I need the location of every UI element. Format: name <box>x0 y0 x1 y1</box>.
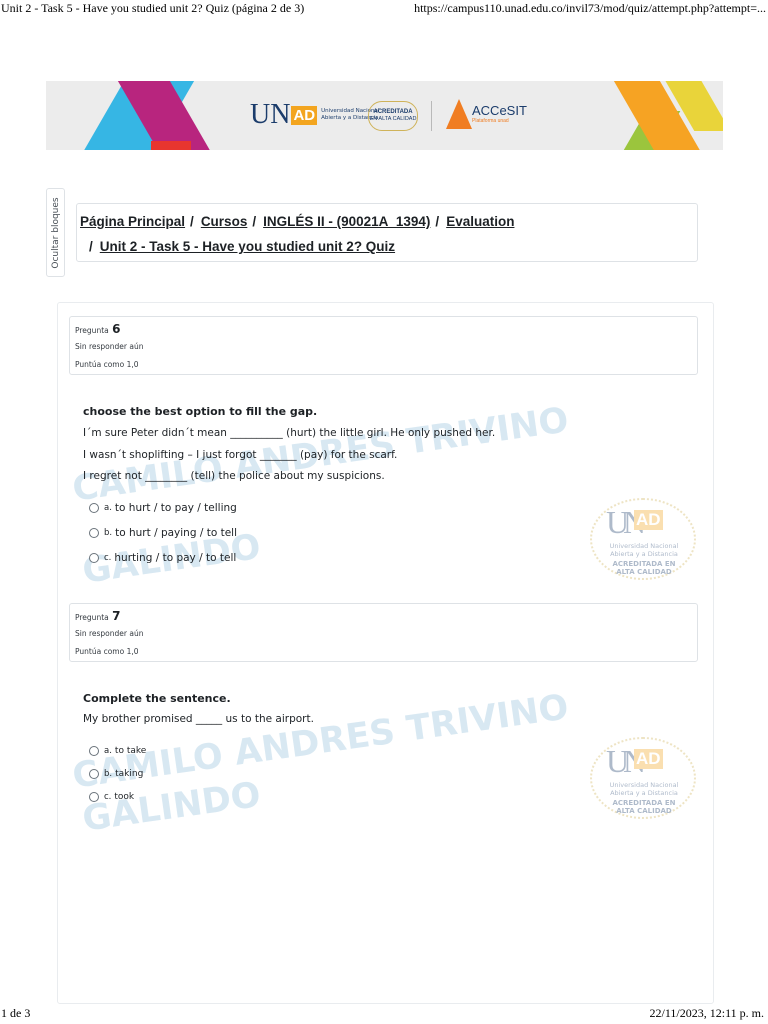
breadcrumb-evaluation[interactable]: Evaluation <box>446 214 514 229</box>
hide-blocks-tab[interactable]: Ocultar bloques <box>46 188 65 277</box>
unad-seal: U N AD Universidad Nacional Abierta y a … <box>590 737 696 819</box>
seal-line2: ACREDITADA EN ALTA CALIDAD <box>612 799 676 815</box>
question-info: Pregunta 7 Sin responder aún Puntúa como… <box>69 603 698 662</box>
seal-line2: ACREDITADA EN ALTA CALIDAD <box>612 560 676 576</box>
unad-seal: U N AD Universidad Nacional Abierta y a … <box>590 498 696 580</box>
print-datetime: 22/11/2023, 12:11 p. m. <box>649 1006 764 1020</box>
accreditation-seal: ACREDITADA EN ALTA CALIDAD <box>368 101 418 131</box>
answer-option[interactable]: b. taking <box>89 769 143 779</box>
radio-button[interactable] <box>89 553 99 563</box>
unad-logo-u: U <box>250 99 271 130</box>
acred-subtitle: EN ALTA CALIDAD <box>369 116 417 123</box>
question-line: My brother promised _____ us to the airp… <box>83 713 314 725</box>
option-letter: c. <box>104 553 112 563</box>
seal-ad: AD <box>634 510 663 530</box>
site-banner: U N AD Universidad Nacional Abierta y a Di… <box>46 81 723 150</box>
breadcrumb-separator: / <box>252 214 257 229</box>
option-letter: a. <box>104 503 112 513</box>
unad-logo-n: N <box>270 99 291 130</box>
banner-decoration <box>151 141 191 150</box>
option-text[interactable]: to hurt / to pay / telling <box>115 502 237 514</box>
radio-button[interactable] <box>89 528 99 538</box>
logo-divider <box>431 101 432 131</box>
option-text[interactable]: taking <box>115 769 143 779</box>
acred-title: ACREDITADA <box>373 109 413 115</box>
print-header: Unit 2 - Task 5 - Have you studied unit … <box>0 0 768 18</box>
question-state: Sin responder aún <box>75 342 144 351</box>
print-footer: 1 de 3 22/11/2023, 12:11 p. m. <box>0 1006 768 1024</box>
breadcrumb-courses[interactable]: Cursos <box>201 214 248 229</box>
accesit-subtitle: Plataforma unad <box>472 118 509 124</box>
question-title: Complete the sentence. <box>83 692 231 705</box>
print-page-url: https://campus110.unad.edu.co/invil73/mo… <box>414 1 766 15</box>
radio-button[interactable] <box>89 746 99 756</box>
accesit-triangle-icon <box>446 99 472 129</box>
option-letter: b. <box>104 528 113 538</box>
question-grade: Puntúa como 1,0 <box>75 360 139 369</box>
unad-logo-ad: AD <box>291 105 318 125</box>
option-text[interactable]: hurting / to pay / to tell <box>114 552 236 564</box>
breadcrumb-home[interactable]: Página Principal <box>80 214 185 229</box>
option-letter: c. <box>104 792 112 802</box>
breadcrumb-separator: / <box>89 239 93 254</box>
seal-ad: AD <box>634 749 663 769</box>
question-info: Pregunta 6 Sin responder aún Puntúa como… <box>69 316 698 375</box>
seal-line1: Universidad Nacional Abierta y a Distanc… <box>609 542 679 558</box>
breadcrumb: Página Principal / Cursos / INGLÉS II - (900… <box>76 203 698 262</box>
answer-option[interactable]: b. to hurt / paying / to tell <box>89 527 237 539</box>
unad-logo[interactable]: U N AD Universidad Nacional Abierta y a Di… <box>250 101 381 129</box>
radio-button[interactable] <box>89 769 99 779</box>
question-line: I regret not ________ (tell) the police … <box>83 470 385 482</box>
breadcrumb-quiz[interactable]: Unit 2 - Task 5 - Have you studied unit … <box>100 239 395 254</box>
option-letter: b. <box>104 769 113 779</box>
radio-button[interactable] <box>89 792 99 802</box>
option-text[interactable]: to take <box>115 746 146 756</box>
answer-option[interactable]: a. to take <box>89 746 146 756</box>
breadcrumb-separator: / <box>190 214 194 229</box>
breadcrumb-course[interactable]: INGLÉS II - (90021A_1394) <box>263 214 430 229</box>
print-page-title: Unit 2 - Task 5 - Have you studied unit … <box>1 1 305 15</box>
question-title: choose the best option to fill the gap. <box>83 405 318 418</box>
accesit-name: ACCeSIT <box>472 103 527 118</box>
radio-button[interactable] <box>89 503 99 513</box>
question-state: Sin responder aún <box>75 629 144 638</box>
question-grade: Puntúa como 1,0 <box>75 647 139 656</box>
print-page-count: 1 de 3 <box>1 1006 31 1020</box>
question-line: I´m sure Peter didn´t mean __________ (h… <box>83 427 496 439</box>
seal-line1: Universidad Nacional Abierta y a Distanc… <box>609 781 679 797</box>
answer-option[interactable]: c. took <box>89 792 134 802</box>
answer-option[interactable]: c. hurting / to pay / to tell <box>89 552 236 564</box>
option-letter: a. <box>104 746 112 756</box>
question-number: Pregunta 6 <box>75 322 121 336</box>
question-number: Pregunta 7 <box>75 609 121 623</box>
breadcrumb-separator: / <box>435 214 440 229</box>
question-line: I wasn´t shoplifting – I just forgot ___… <box>83 449 398 461</box>
hide-blocks-label: Ocultar bloques <box>50 196 61 269</box>
option-text[interactable]: to hurt / paying / to tell <box>115 527 237 539</box>
answer-option[interactable]: a. to hurt / to pay / telling <box>89 502 237 514</box>
option-text[interactable]: took <box>114 792 134 802</box>
